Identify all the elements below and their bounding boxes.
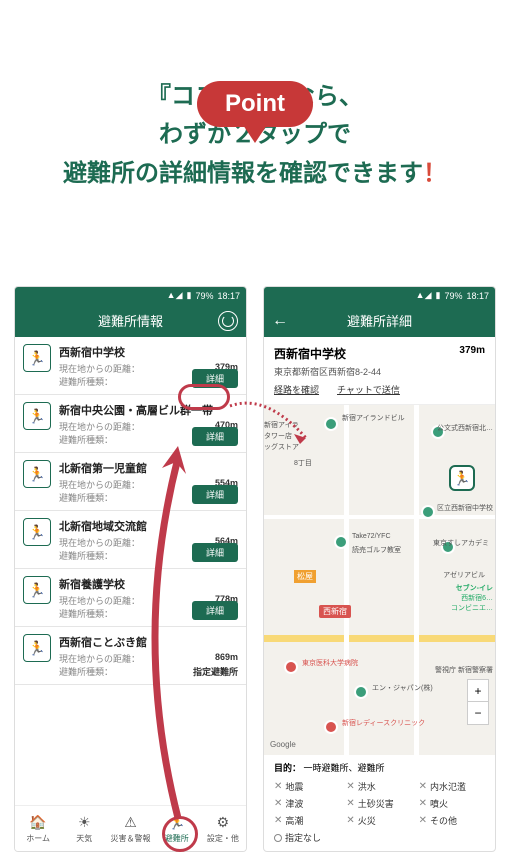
x-icon: ✕ [346,815,354,826]
purpose-value: 一時避難所、避難所 [304,763,385,773]
item-name: 西新宿中学校 [59,344,238,360]
map-poi-icon[interactable] [421,505,435,519]
app-bar: ← 避難所詳細 [264,304,495,337]
refresh-icon[interactable] [218,311,238,331]
hazard-item: ✕土砂災害 [346,797,412,810]
point-tail-icon [243,125,267,143]
battery-icon: ▮ [187,290,192,301]
detail-button[interactable]: 詳細 [192,485,238,504]
chat-link[interactable]: チャットで送信 [337,383,400,396]
app-title: 避難所情報 [98,311,163,330]
tab-home[interactable]: 🏠ホーム [15,806,61,851]
x-icon: ✕ [346,781,354,792]
hazard-item: 指定なし [274,831,340,844]
map-poi-icon[interactable] [334,535,348,549]
time-text: 18:17 [217,291,240,301]
hazard-item: ✕内水氾濫 [419,780,485,793]
annotation-ring-detail [178,384,230,410]
hazard-item: ✕噴火 [419,797,485,810]
x-icon: ✕ [419,815,427,826]
google-logo: Google [270,740,296,749]
detail-button[interactable]: 詳細 [192,601,238,620]
shelter-icon: 🏃 [23,344,51,372]
detail-header: 379m 西新宿中学校 東京都新宿区西新宿8-2-44 経路を確認 チャットで送… [264,337,495,405]
shelter-icon: 🏃 [23,576,51,604]
back-icon[interactable]: ← [272,312,288,330]
type-label: 避難所種類： [59,375,113,388]
zoom-out-icon[interactable]: − [468,702,488,724]
status-bar: ▲◢ ▮ 79% 18:17 [15,287,246,304]
headline-line3a: 避難所の詳細情報を確認できます [63,160,423,187]
circle-icon [274,834,282,842]
gear-icon: ⚙ [217,814,230,831]
signal-icon: ▲◢ [416,290,432,301]
detail-button[interactable]: 詳細 [192,543,238,562]
zoom-in-icon[interactable]: + [468,680,488,702]
hazard-item: ✕火災 [346,814,412,827]
battery-text: 79% [195,291,213,301]
hazard-item: ✕その他 [419,814,485,827]
purpose-label: 目的： [274,763,301,773]
hazards-grid: ✕地震 ✕洪水 ✕内水氾濫 ✕津波 ✕土砂災害 ✕噴火 ✕高潮 ✕火災 ✕その他… [264,780,495,844]
phone-shelter-detail: ▲◢ ▮ 79% 18:17 ← 避難所詳細 379m 西新宿中学校 東京都新宿… [263,286,496,852]
detail-address: 東京都新宿区西新宿8-2-44 [274,365,485,378]
status-bar: ▲◢ ▮ 79% 18:17 [264,287,495,304]
map-poi-icon[interactable] [354,685,368,699]
shelter-icon: 🏃 [23,402,51,430]
x-icon: ✕ [274,781,282,792]
app-bar: 避難所情報 [15,304,246,337]
map-poi-icon[interactable] [324,720,338,734]
weather-icon: ☀ [78,814,91,831]
purpose-row: 目的： 一時避難所、避難所 [264,755,495,780]
dist-label: 現在地からの距離： [59,362,140,375]
hazard-item: ✕地震 [274,780,340,793]
map-zoom[interactable]: +− [467,679,489,725]
shelter-icon: 🏃 [23,518,51,546]
station-badge: 松屋 [294,570,316,583]
shelter-icon: 🏃 [23,634,51,662]
tab-settings[interactable]: ⚙設定・他 [200,806,246,851]
station-badge: 西新宿 [319,605,351,618]
tab-weather[interactable]: ☀天気 [61,806,107,851]
app-title: 避難所詳細 [347,311,412,330]
detail-distance: 379m [459,345,485,356]
annotation-arrow-icon [226,398,318,456]
map-poi-icon[interactable] [284,660,298,674]
hazard-item: ✕津波 [274,797,340,810]
shelter-pin-icon[interactable]: 🏃 [449,465,475,491]
detail-name: 西新宿中学校 [274,345,485,362]
home-icon: 🏠 [29,814,46,831]
hazard-item: ✕洪水 [346,780,412,793]
map-view[interactable]: 新宿アイランドビル 新宿アイラ タワー店 ッグストア 公文式西新宿北… 8丁目 … [264,405,495,755]
route-link[interactable]: 経路を確認 [274,383,319,396]
x-icon: ✕ [346,798,354,809]
hazard-item: ✕高潮 [274,814,340,827]
headline-exclaim: ！ [423,160,447,187]
signal-icon: ▲◢ [167,290,183,301]
shelter-icon: 🏃 [23,460,51,488]
point-badge: Point [197,81,313,143]
battery-icon: ▮ [436,290,441,301]
x-icon: ✕ [419,781,427,792]
x-icon: ✕ [274,815,282,826]
annotation-arrow-icon [112,438,198,828]
point-label: Point [225,90,285,117]
map-poi-icon[interactable] [324,417,338,431]
x-icon: ✕ [274,798,282,809]
x-icon: ✕ [419,798,427,809]
